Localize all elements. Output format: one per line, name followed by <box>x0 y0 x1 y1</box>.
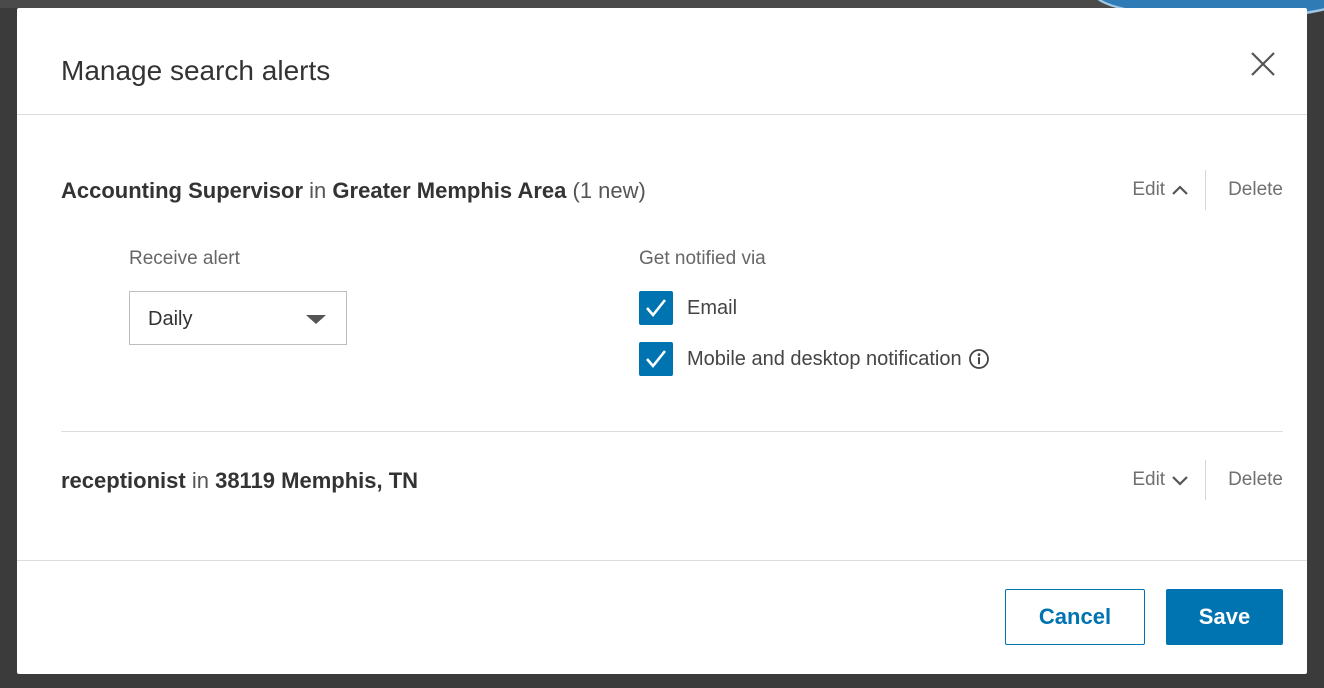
checkmark-icon <box>646 299 667 318</box>
alert-keyword: Accounting Supervisor <box>61 178 304 203</box>
alert-actions: Edit Delete <box>1132 460 1283 500</box>
mobile-notification-label: Mobile and desktop notification <box>687 347 962 370</box>
footer-divider <box>17 560 1307 561</box>
notify-via-label: Get notified via <box>639 248 766 269</box>
alert-connector: in <box>191 468 209 493</box>
mobile-notification-option: Mobile and desktop notification <box>639 342 990 376</box>
checkmark-icon <box>646 350 667 369</box>
alert-title: receptionist in 38119 Memphis, TN <box>61 468 1283 494</box>
alert-new-count: (1 new) <box>572 178 646 203</box>
mobile-notification-checkbox[interactable] <box>639 342 673 376</box>
chevron-down-icon <box>1172 476 1188 486</box>
close-icon <box>1251 52 1275 76</box>
edit-button[interactable]: Edit <box>1132 179 1205 201</box>
edit-button[interactable]: Edit <box>1132 469 1205 491</box>
alert-actions: Edit Delete <box>1132 170 1283 210</box>
alert-title: Accounting Supervisor in Greater Memphis… <box>61 178 1283 204</box>
receive-alert-label: Receive alert <box>129 248 240 269</box>
email-label: Email <box>687 296 738 319</box>
frequency-select[interactable]: Daily <box>129 291 347 345</box>
alert-row: Accounting Supervisor in Greater Memphis… <box>61 170 1283 210</box>
info-icon[interactable] <box>968 348 990 370</box>
delete-button[interactable]: Delete <box>1206 179 1283 201</box>
save-button[interactable]: Save <box>1166 589 1283 645</box>
modal-header: Manage search alerts <box>17 8 1307 115</box>
email-option: Email <box>639 291 737 325</box>
alert-keyword: receptionist <box>61 468 186 493</box>
alert-location: Greater Memphis Area <box>332 178 567 203</box>
alert-divider <box>61 431 1283 432</box>
manage-search-alerts-modal: Manage search alerts Accounting Supervis… <box>17 8 1307 674</box>
edit-label: Edit <box>1132 469 1166 490</box>
edit-label: Edit <box>1132 179 1166 200</box>
close-button[interactable] <box>1247 48 1279 80</box>
delete-button[interactable]: Delete <box>1206 469 1283 491</box>
cancel-button[interactable]: Cancel <box>1005 589 1145 645</box>
email-checkbox[interactable] <box>639 291 673 325</box>
chevron-up-icon <box>1172 185 1188 195</box>
frequency-value: Daily <box>148 308 193 330</box>
alert-row: receptionist in 38119 Memphis, TN Edit D… <box>61 460 1283 500</box>
modal-title: Manage search alerts <box>61 55 331 86</box>
alert-connector: in <box>309 178 327 203</box>
caret-down-icon <box>306 315 326 324</box>
alert-location: 38119 Memphis, TN <box>215 468 419 493</box>
